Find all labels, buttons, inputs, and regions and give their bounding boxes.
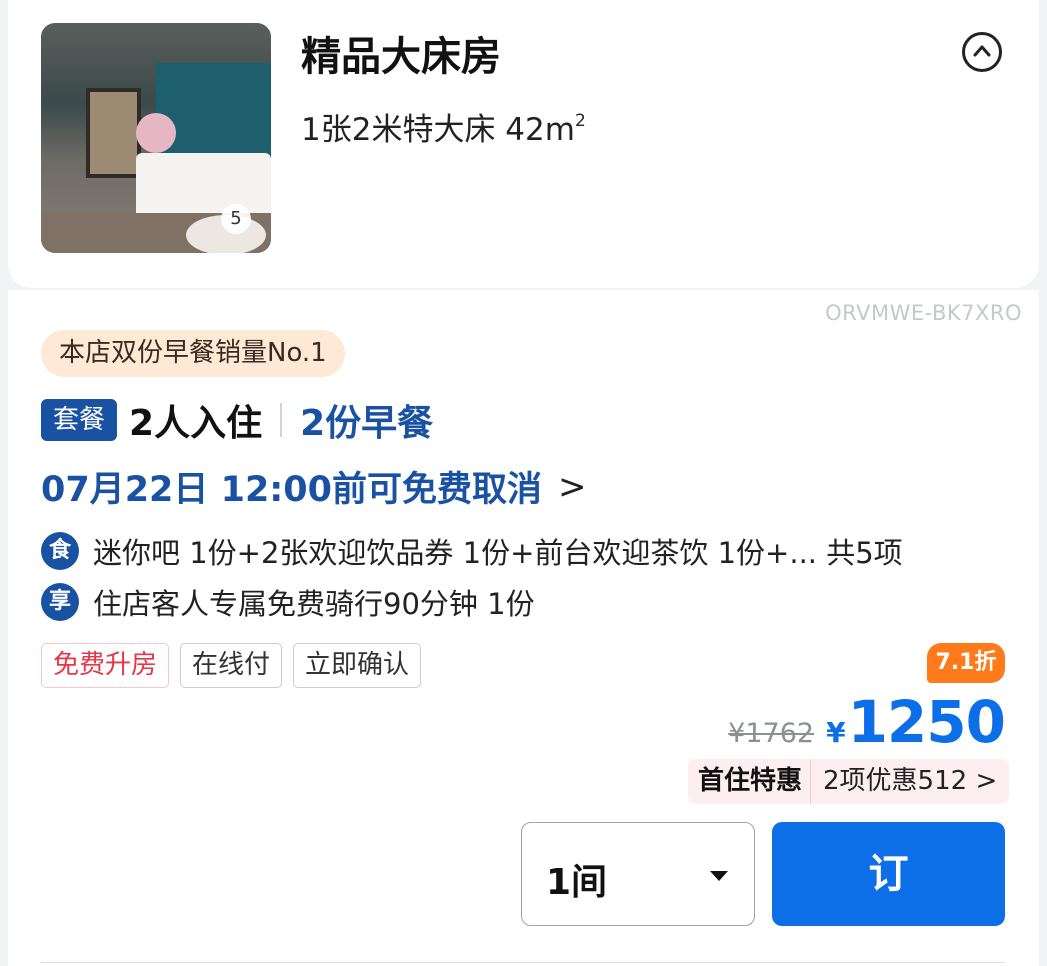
perk-row-enjoy[interactable]: 享 住店客人专属免费骑行90分钟 1份 xyxy=(41,582,535,622)
breakfast-count: 2份早餐 xyxy=(300,403,434,444)
tag-free-upgrade: 免费升房 xyxy=(41,643,170,688)
divider xyxy=(280,403,283,437)
room-title: 精品大床房 xyxy=(301,34,501,80)
room-photo[interactable]: 5 xyxy=(41,23,271,253)
room-spec-text: 1张2米特大床 42m xyxy=(301,112,575,148)
caret-down-icon xyxy=(710,871,728,881)
free-cancel-link[interactable]: 07月22日 12:00前可免费取消 > xyxy=(41,461,587,512)
enjoy-icon: 享 xyxy=(41,583,79,621)
price-row: ¥1762 ¥ 1250 xyxy=(728,688,1006,756)
package-row: 套餐 2人入住 2份早餐 xyxy=(41,398,433,444)
chevron-up-icon xyxy=(973,45,991,57)
room-header-card: 5 精品大床房 1张2米特大床 42m2 xyxy=(8,0,1039,288)
feature-tags: 免费升房 在线付 立即确认 xyxy=(41,643,422,688)
free-cancel-text: 07月22日 12:00前可免费取消 xyxy=(41,470,543,510)
first-stay-offer-badge: 首住特惠 xyxy=(688,759,811,804)
perk-text-food: 迷你吧 1份+2张欢迎饮品券 1份+前台欢迎茶饮 1份+... 共5项 xyxy=(93,536,903,570)
promo-pill: 本店双份早餐销量No.1 xyxy=(41,330,345,377)
photo-lamp-decor xyxy=(136,113,176,153)
original-price: ¥1762 xyxy=(728,718,815,749)
offer-details-link[interactable]: 首住特惠 2项优惠512 > xyxy=(688,759,1010,804)
room-spec: 1张2米特大床 42m2 xyxy=(301,104,586,149)
guest-count: 2人入住 xyxy=(129,403,263,444)
area-unit-superscript: 2 xyxy=(574,110,586,131)
book-button[interactable]: 订 xyxy=(772,822,1005,926)
photo-door-decor xyxy=(86,88,141,178)
watermark-code: ORVMWE-BK7XRO xyxy=(825,301,1022,325)
tag-online-pay: 在线付 xyxy=(180,643,283,688)
food-icon: 食 xyxy=(41,532,79,570)
offer-detail-text: 2项优惠512 > xyxy=(810,759,1010,804)
room-quantity-value: 1间 xyxy=(546,862,608,903)
photo-count-badge: 5 xyxy=(221,204,251,234)
package-badge: 套餐 xyxy=(41,399,118,441)
currency-symbol: ¥ xyxy=(826,716,846,749)
tag-instant-confirm: 立即确认 xyxy=(293,643,422,688)
collapse-button[interactable] xyxy=(962,32,1002,72)
perk-row-food[interactable]: 食 迷你吧 1份+2张欢迎饮品券 1份+前台欢迎茶饮 1份+... 共5项 xyxy=(41,531,903,571)
perk-text-enjoy: 住店客人专属免费骑行90分钟 1份 xyxy=(93,587,535,621)
discount-badge: 7.1折 xyxy=(927,643,1005,683)
room-quantity-select[interactable]: 1间 xyxy=(521,822,755,926)
chevron-right-icon: > xyxy=(558,466,587,507)
divider xyxy=(41,962,1005,963)
current-price: 1250 xyxy=(847,688,1006,756)
